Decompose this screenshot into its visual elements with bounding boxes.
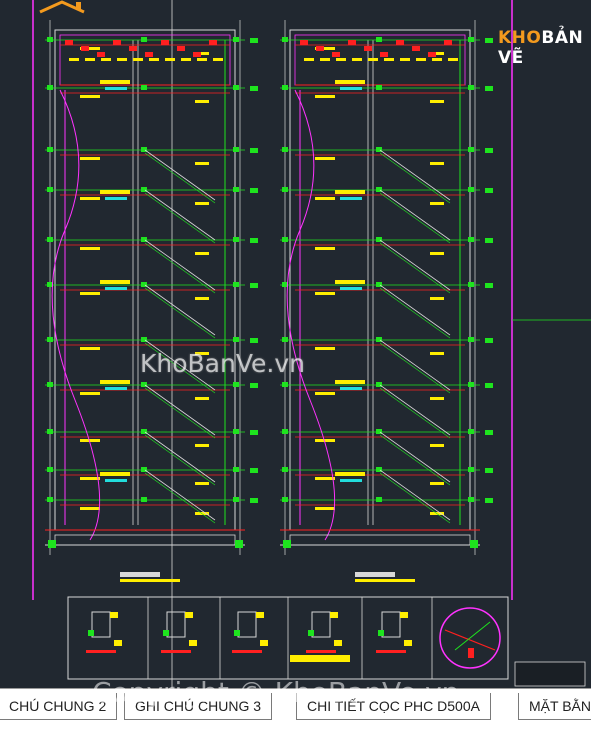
logo-text: KHOBẢN VẼ [498,28,591,68]
khobanve-logo [39,0,85,14]
logo-text-part1: KHO [498,28,542,48]
cad-drawing-canvas[interactable] [0,0,591,688]
tab-mat-bang[interactable]: MẶT BẰNG [518,693,591,720]
watermark-text: KhoBanVe.vn [140,349,305,378]
cad-drawing-viewport[interactable]: KHOBẢN VẼ KhoBanVe.vn [0,0,591,688]
copyright-watermark: Copyright © KhoBanVe.vn [92,676,460,709]
